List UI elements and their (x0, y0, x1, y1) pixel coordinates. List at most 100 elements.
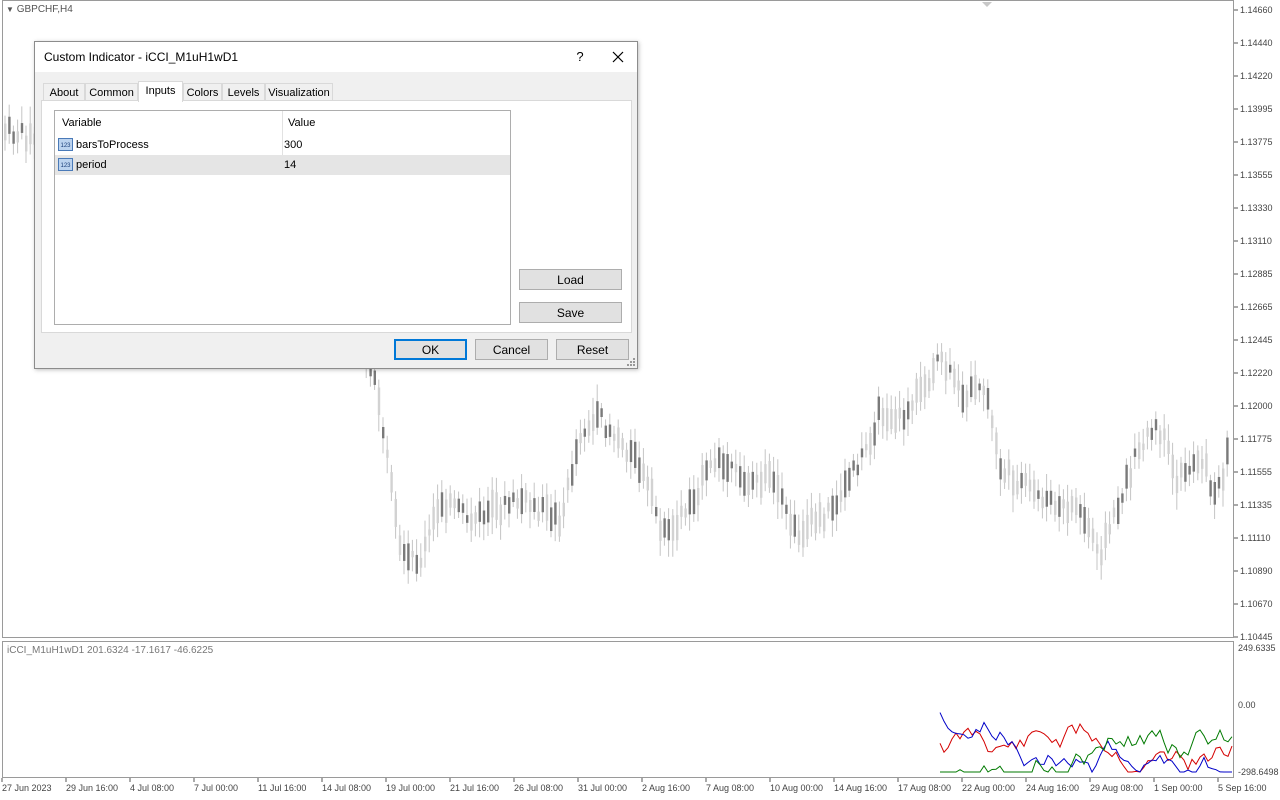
candle-body (642, 463, 645, 482)
resize-grip-icon[interactable] (627, 358, 635, 366)
tab-common[interactable]: Common (85, 83, 138, 101)
variable-value[interactable]: 14 (284, 159, 296, 171)
candle-body (1184, 463, 1187, 482)
price-label: 1.12220 (1240, 368, 1273, 378)
candle-body (970, 376, 973, 398)
header-value[interactable]: Value (288, 117, 315, 129)
price-label: 1.11775 (1240, 434, 1272, 444)
indicator-axis-label: 0.00 (1238, 700, 1256, 710)
candle-body (445, 499, 448, 523)
candle-body (722, 453, 725, 480)
candle-body (596, 401, 599, 428)
price-label: 1.13330 (1240, 203, 1273, 213)
candle-body (558, 515, 561, 537)
time-label: 17 Aug 08:00 (898, 783, 951, 793)
candle-body (890, 409, 893, 430)
tab-levels[interactable]: Levels (222, 83, 265, 101)
close-button[interactable] (601, 45, 635, 69)
dialog-title: Custom Indicator - iCCI_M1uH1wD1 (44, 50, 239, 64)
candle-body (999, 458, 1002, 480)
candle-body (730, 461, 733, 469)
load-button[interactable]: Load (519, 269, 622, 290)
time-label: 10 Aug 00:00 (770, 783, 823, 793)
candle-body (407, 543, 410, 571)
candle-body (860, 448, 864, 458)
variable-name: period (76, 159, 107, 171)
candle-body (995, 432, 998, 455)
table-row[interactable]: 123 period 14 (55, 155, 510, 175)
candle-body (1217, 476, 1221, 489)
candle-body (537, 511, 540, 521)
candle-body (1138, 442, 1141, 460)
candle-body (793, 514, 796, 537)
candle-body (781, 488, 784, 505)
candle-body (634, 441, 637, 468)
candle-body (1201, 458, 1204, 469)
price-label: 1.10890 (1240, 566, 1273, 576)
candle-body (8, 116, 11, 134)
candle-body (701, 465, 704, 486)
time-axis: 27 Jun 2023 29 Jun 16:00 4 Jul 08:00 7 Jul … (1, 778, 1267, 793)
candle-body (747, 472, 750, 496)
time-label: 2 Aug 16:00 (642, 783, 690, 793)
candle-body (978, 383, 981, 391)
price-label: 1.12665 (1240, 302, 1273, 312)
candle-body (743, 471, 746, 496)
time-label: 7 Aug 08:00 (706, 783, 754, 793)
cancel-button[interactable]: Cancel (475, 339, 548, 360)
candle-body (386, 449, 389, 458)
help-button[interactable]: ? (563, 45, 597, 69)
candle-body (1012, 470, 1015, 496)
table-row[interactable]: 123 barsToProcess 300 (55, 135, 510, 155)
price-label: 1.11335 (1240, 500, 1272, 510)
candle-body (566, 477, 570, 491)
tab-colors[interactable]: Colors (183, 83, 222, 101)
candle-body (1045, 490, 1048, 507)
candle-body (776, 475, 780, 503)
candle-body (928, 378, 931, 392)
tab-inputs[interactable]: Inputs (138, 81, 183, 102)
candle-body (1125, 464, 1128, 489)
ok-button[interactable]: OK (394, 339, 467, 360)
candle-body (768, 461, 771, 488)
candle-body (1054, 500, 1057, 515)
dialog-titlebar[interactable]: Custom Indicator - iCCI_M1uH1wD1 ? (35, 42, 637, 72)
reset-button[interactable]: Reset (556, 339, 629, 360)
price-label: 1.10670 (1240, 599, 1273, 609)
candle-body (739, 466, 742, 488)
candle-body (583, 428, 586, 437)
candle-body (1028, 479, 1032, 492)
time-label: 31 Jul 00:00 (578, 783, 627, 793)
candle-body (1066, 501, 1069, 524)
candle-body (478, 501, 481, 522)
chart-shift-marker[interactable] (982, 2, 992, 7)
inputs-grid[interactable]: Variable Value 123 barsToProcess 300 123… (54, 110, 511, 325)
candle-body (709, 460, 712, 468)
candle-body (1146, 427, 1149, 437)
candle-body (1171, 454, 1174, 479)
header-variable[interactable]: Variable (62, 117, 102, 129)
symbol-dropdown-icon[interactable]: ▼ (6, 5, 14, 14)
candle-body (663, 518, 666, 538)
candle-body (1033, 479, 1036, 502)
candle-body (1079, 504, 1082, 518)
time-label: 27 Jun 2023 (2, 783, 52, 793)
time-label: 14 Aug 16:00 (834, 783, 887, 793)
candle-body (1117, 497, 1120, 525)
candle-body (785, 504, 788, 514)
candle-body (545, 494, 549, 521)
candle-body (919, 376, 922, 402)
candle-body (1188, 465, 1191, 475)
candle-body (604, 425, 607, 439)
save-button[interactable]: Save (519, 302, 622, 323)
tab-about[interactable]: About (43, 83, 85, 101)
candle-body (1226, 437, 1229, 465)
variable-value[interactable]: 300 (284, 139, 302, 151)
candle-body (982, 385, 985, 396)
candle-body (390, 472, 393, 493)
candle-body (797, 530, 801, 545)
symbol-label[interactable]: ▼ GBPCHF,H4 (6, 4, 73, 15)
tab-visualization[interactable]: Visualization (265, 83, 333, 101)
indicator-label: iCCI_M1uH1wD1 201.6324 -17.1617 -46.6225 (7, 645, 214, 656)
candle-body (621, 438, 624, 450)
